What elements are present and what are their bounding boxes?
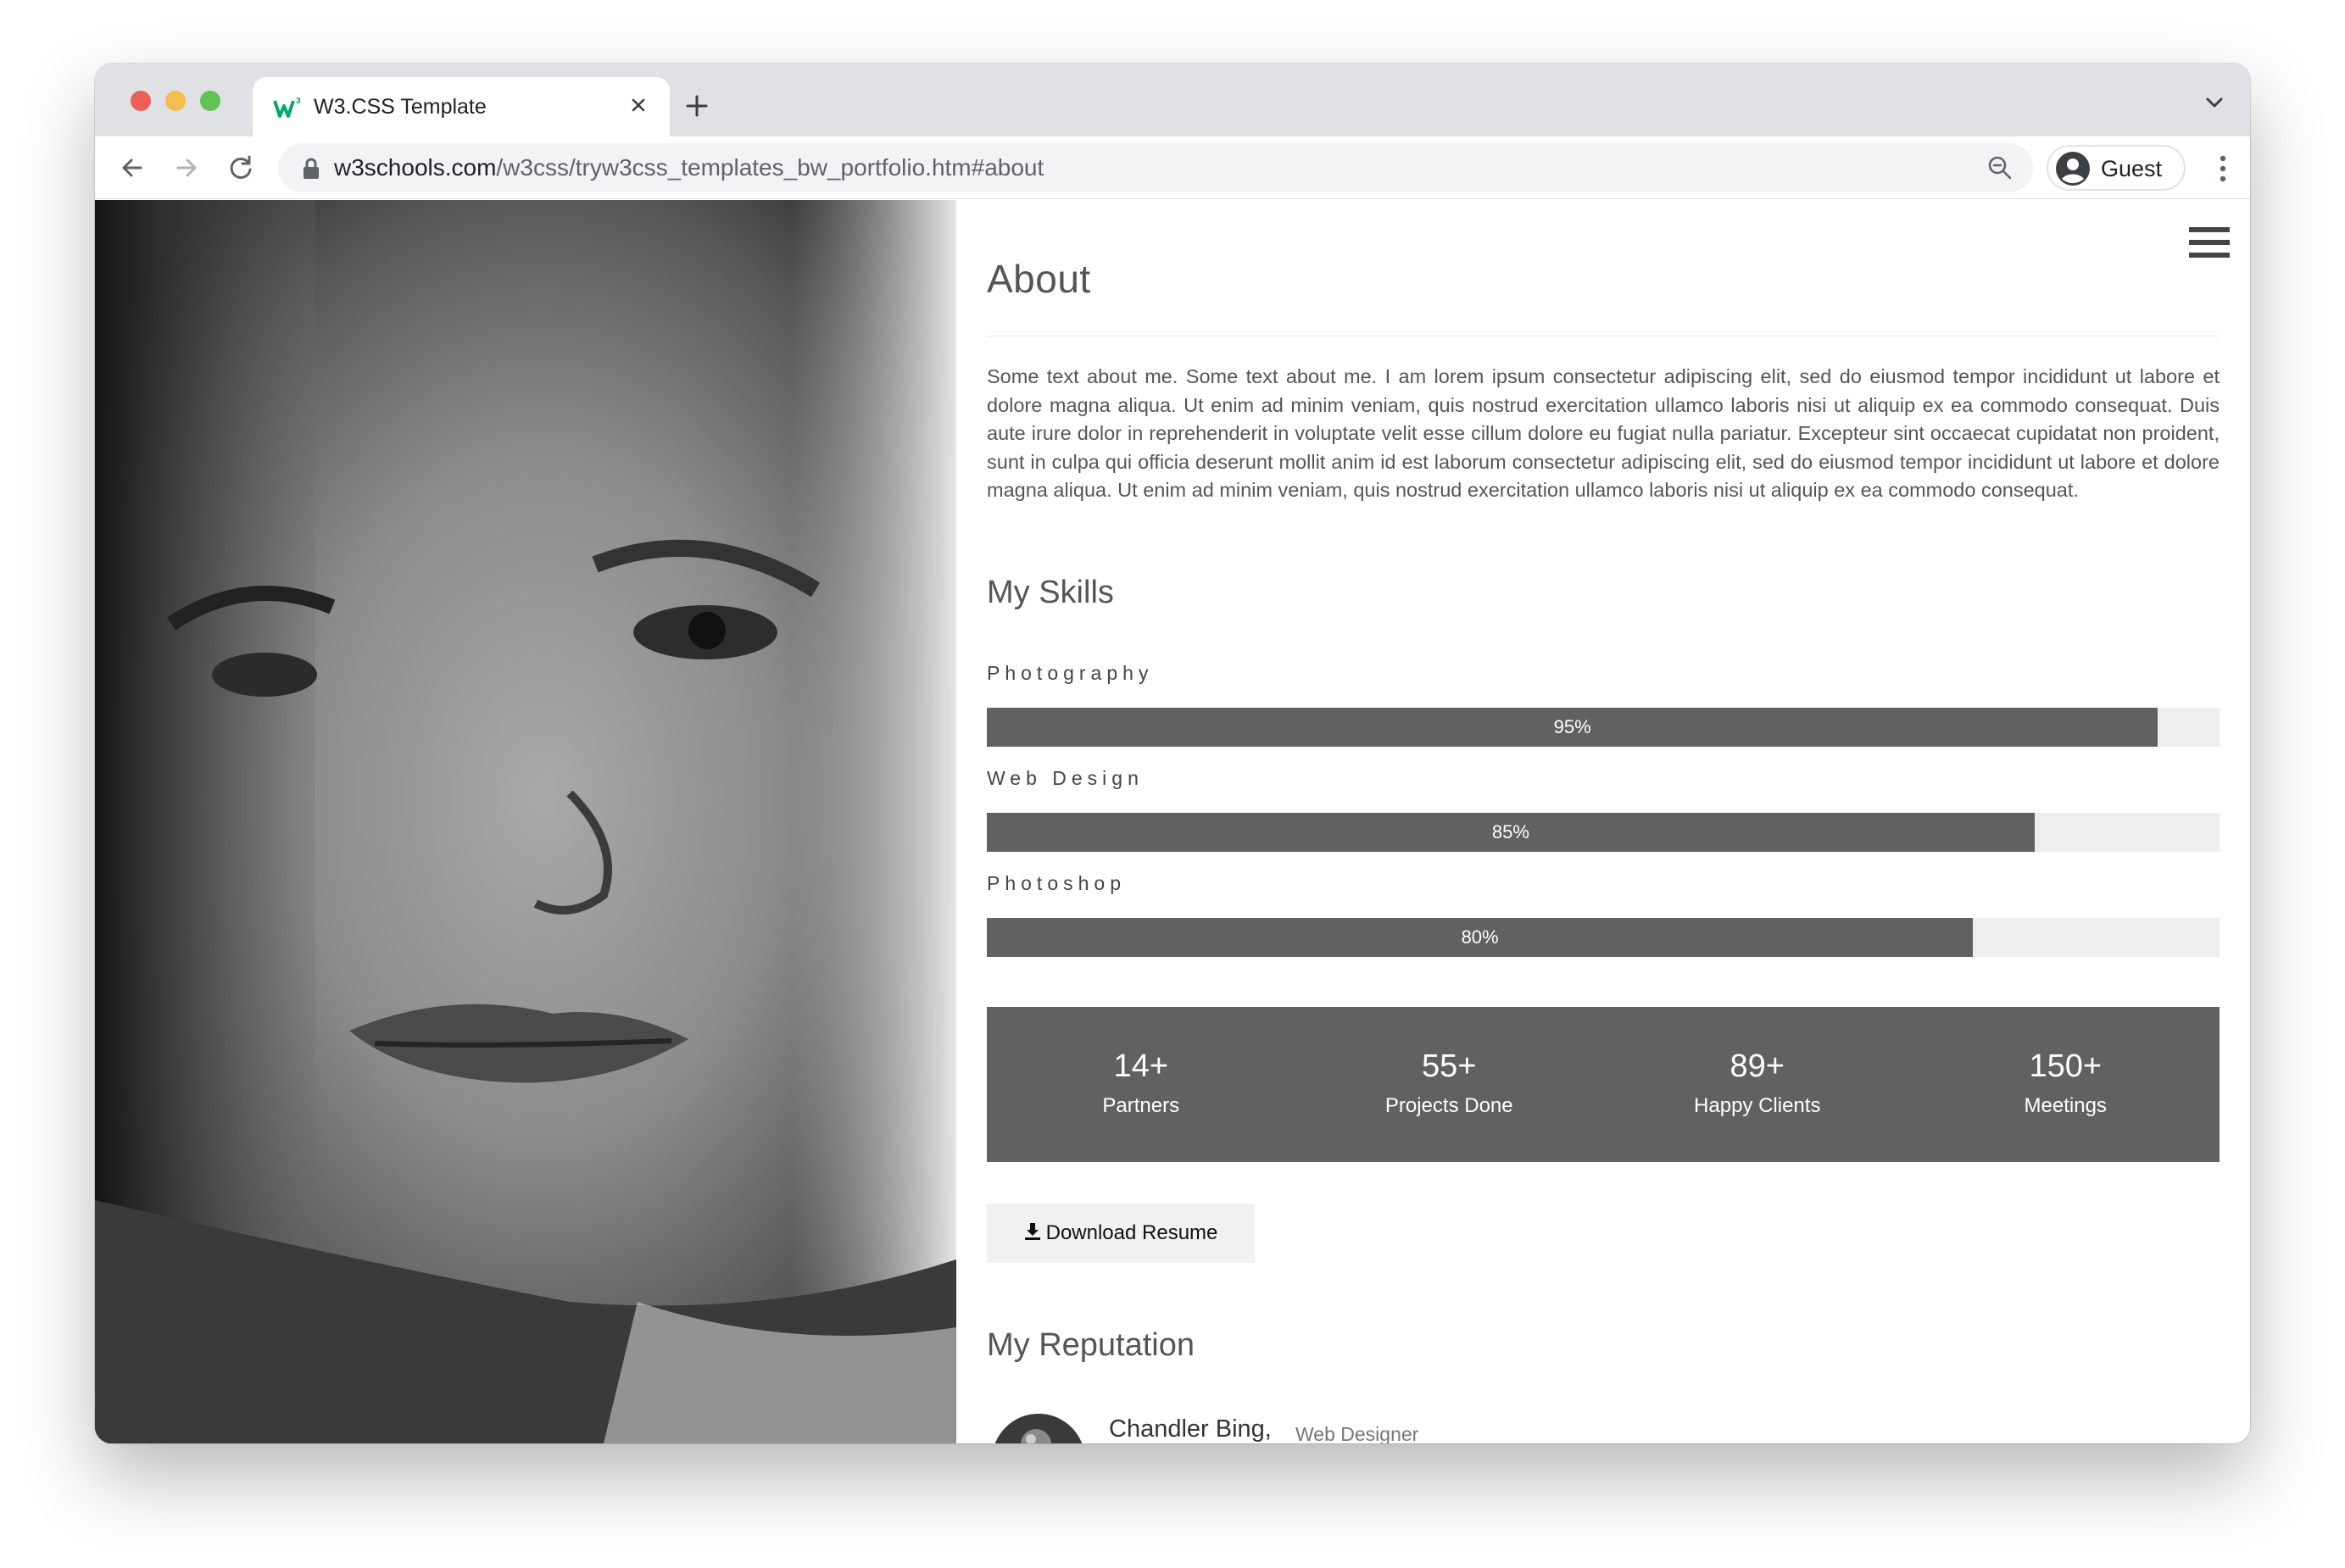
stat-meetings: 150+ Meetings: [1912, 1007, 2220, 1162]
skill-percent: 85%: [1491, 821, 1529, 842]
skill-label-photography: Photography: [987, 662, 1154, 684]
stat-value: 89+: [1730, 1048, 1785, 1084]
stats-panel: 14+ Partners 55+ Projects Done 89+ Happy…: [987, 1007, 2220, 1162]
portrait-photo: [95, 200, 956, 1443]
forward-arrow-icon[interactable]: [170, 151, 203, 185]
active-tab[interactable]: 3 W3.CSS Template: [253, 77, 670, 136]
minimize-window-button[interactable]: [165, 91, 186, 111]
reviewer-role: Web Designer: [1295, 1423, 1419, 1443]
stat-label: Happy Clients: [1694, 1094, 1821, 1117]
stat-projects-done: 55+ Projects Done: [1295, 1007, 1604, 1162]
tab-title: W3.CSS Template: [314, 95, 487, 119]
hamburger-menu-icon[interactable]: [2189, 227, 2230, 259]
download-resume-button[interactable]: Download Resume: [987, 1204, 1255, 1263]
url-text[interactable]: w3schools.com/w3css/tryw3css_templates_b…: [334, 154, 1044, 181]
stat-partners: 14+ Partners: [987, 1007, 1295, 1162]
skill-bar-photography: 95%: [987, 708, 2220, 747]
browser-window: 3 W3.CSS Template w3schools.com/w3css/tr…: [95, 64, 2250, 1443]
skill-label-photoshop: Photoshop: [987, 872, 1126, 894]
skill-label-web-design: Web Design: [987, 767, 1144, 789]
profile-label: Guest: [2101, 156, 2163, 181]
tab-strip: 3 W3.CSS Template: [95, 64, 2250, 136]
url-host: w3schools.com: [334, 154, 497, 181]
avatar-icon: [2056, 152, 2090, 186]
reputation-heading: My Reputation: [987, 1327, 1195, 1363]
stat-label: Meetings: [2024, 1094, 2107, 1117]
close-tab-icon[interactable]: [624, 91, 653, 120]
skill-bar-web-design: 85%: [987, 813, 2220, 852]
back-arrow-icon[interactable]: [115, 151, 149, 185]
close-window-button[interactable]: [131, 91, 151, 111]
profile-button[interactable]: Guest: [2047, 145, 2186, 191]
stat-value: 150+: [2029, 1048, 2103, 1084]
w3schools-favicon: 3: [273, 97, 301, 118]
zoom-window-button[interactable]: [200, 91, 220, 111]
skill-percent: 80%: [1461, 926, 1499, 948]
stat-label: Partners: [1102, 1094, 1180, 1117]
reload-icon[interactable]: [224, 151, 258, 185]
skill-bar-photoshop: 80%: [987, 918, 2220, 957]
download-label: Download Resume: [1045, 1221, 1218, 1244]
svg-text:3: 3: [296, 97, 301, 106]
page-content: About Some text about me. Some text abou…: [95, 200, 2250, 1443]
stat-value: 55+: [1422, 1048, 1477, 1084]
skill-percent: 95%: [1553, 716, 1591, 737]
stat-label: Projects Done: [1384, 1094, 1513, 1117]
about-text: Some text about me. Some text about me. …: [987, 365, 2220, 501]
about-heading: About: [987, 257, 1091, 301]
reviewer-name: Chandler Bing,: [1109, 1415, 1272, 1443]
stat-happy-clients: 89+ Happy Clients: [1603, 1007, 1912, 1162]
url-path: /w3css/tryw3css_templates_bw_portfolio.h…: [496, 154, 1044, 181]
browser-toolbar: w3schools.com/w3css/tryw3css_templates_b…: [95, 136, 2250, 199]
lock-icon[interactable]: [300, 157, 322, 181]
stat-value: 14+: [1113, 1048, 1168, 1084]
address-bar[interactable]: w3schools.com/w3css/tryw3css_templates_b…: [278, 143, 2033, 192]
new-tab-icon[interactable]: [680, 89, 714, 123]
reviewer-avatar: [992, 1414, 1085, 1443]
tab-search-icon[interactable]: [2203, 92, 2226, 113]
skills-heading: My Skills: [987, 575, 1114, 610]
download-icon: [1024, 1223, 1040, 1240]
kebab-menu-icon[interactable]: [2218, 153, 2228, 184]
zoom-icon[interactable]: [1986, 153, 2014, 182]
